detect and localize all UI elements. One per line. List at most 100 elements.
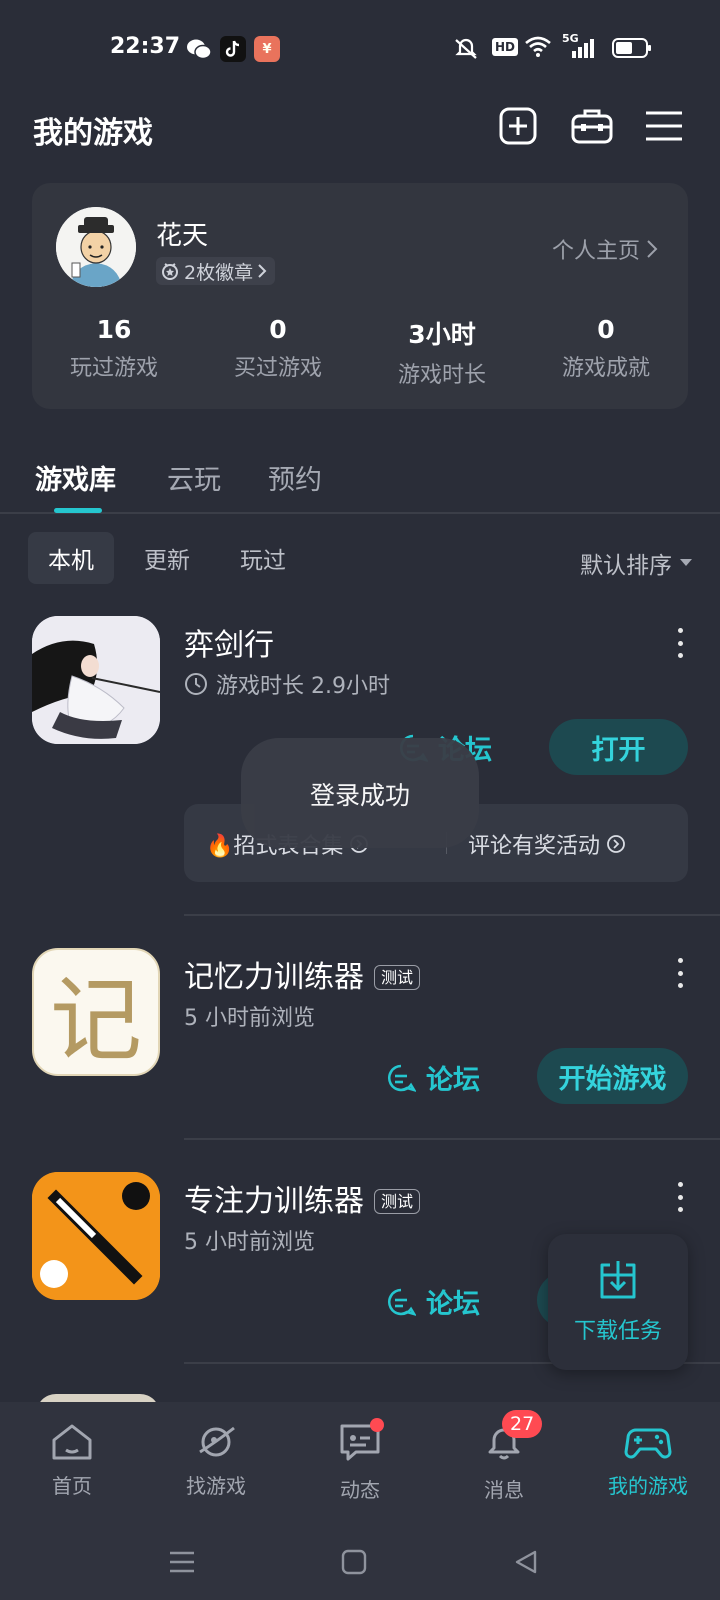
stat-played-games[interactable]: 16 玩过游戏 bbox=[32, 315, 196, 382]
mute-icon bbox=[452, 36, 480, 66]
home-icon bbox=[52, 1424, 92, 1460]
stat-value: 3小时 bbox=[408, 320, 476, 349]
stat-achievements[interactable]: 0 游戏成就 bbox=[524, 315, 688, 382]
game-name-row[interactable]: 记忆力训练器 测试 bbox=[184, 952, 421, 996]
game-last-viewed: 5 小时前浏览 bbox=[184, 1230, 315, 1255]
stat-value: 0 bbox=[597, 315, 615, 344]
activity-label: 评论有奖活动 bbox=[468, 834, 601, 859]
stat-play-time[interactable]: 3小时 游戏时长 bbox=[360, 315, 524, 389]
nav-my-games[interactable]: 我的游戏 bbox=[588, 1422, 708, 1499]
game-name: 专注力训练器 bbox=[184, 1184, 364, 1219]
tiktok-icon bbox=[220, 36, 246, 62]
game-last-viewed: 5 小时前浏览 bbox=[184, 1006, 315, 1031]
circle-arrow-right-icon bbox=[607, 835, 625, 853]
game-name: 记忆力训练器 bbox=[184, 960, 364, 995]
tab-game-library[interactable]: 游戏库 bbox=[35, 458, 116, 497]
wechat-icon bbox=[186, 36, 212, 62]
forum-icon bbox=[388, 1064, 416, 1092]
filter-played[interactable]: 玩过 bbox=[220, 532, 306, 584]
medal-icon bbox=[162, 263, 178, 280]
personal-homepage-label: 个人主页 bbox=[551, 239, 640, 264]
nav-home[interactable]: 首页 bbox=[12, 1422, 132, 1499]
forum-button[interactable]: 论坛 bbox=[386, 1282, 480, 1321]
profile-card: 花天 2枚徽章 个人主页 16 玩过游戏 0 买过游戏 3小时 游戏时长 0 游… bbox=[32, 183, 688, 409]
filter-updates[interactable]: 更新 bbox=[124, 532, 210, 584]
active-tab-indicator bbox=[54, 508, 102, 513]
signal-icon bbox=[572, 38, 596, 62]
username: 花天 bbox=[156, 221, 209, 251]
nav-messages[interactable]: 27 消息 bbox=[444, 1410, 564, 1503]
nav-feed[interactable]: 动态 bbox=[300, 1418, 420, 1503]
sort-dropdown[interactable]: 默认排序 bbox=[580, 546, 692, 580]
nav-find-games[interactable]: 找游戏 bbox=[156, 1422, 276, 1499]
swordsman-art bbox=[32, 616, 160, 744]
system-recents-button[interactable] bbox=[162, 1542, 202, 1582]
home-square-icon bbox=[341, 1549, 367, 1575]
more-options-button[interactable] bbox=[672, 1182, 688, 1212]
unread-dot bbox=[370, 1418, 384, 1432]
toolbox-button[interactable] bbox=[570, 104, 614, 148]
nav-label: 动态 bbox=[340, 1478, 380, 1502]
message-count-badge: 27 bbox=[502, 1410, 543, 1438]
stat-label: 买过游戏 bbox=[233, 356, 322, 381]
recents-icon bbox=[170, 1551, 194, 1573]
login-success-toast: 登录成功 bbox=[241, 738, 479, 848]
plus-square-icon bbox=[499, 107, 537, 145]
avatar[interactable] bbox=[56, 207, 136, 287]
more-options-button[interactable] bbox=[672, 958, 688, 988]
sort-label: 默认排序 bbox=[580, 553, 672, 579]
gamepad-icon bbox=[624, 1428, 672, 1459]
filter-local[interactable]: 本机 bbox=[28, 532, 114, 584]
system-back-button[interactable] bbox=[506, 1542, 546, 1582]
open-game-button[interactable]: 打开 bbox=[549, 719, 688, 775]
hamburger-icon bbox=[646, 111, 682, 141]
system-home-button[interactable] bbox=[334, 1542, 374, 1582]
nav-label: 首页 bbox=[52, 1474, 92, 1498]
add-game-button[interactable] bbox=[496, 104, 540, 148]
stat-bought-games[interactable]: 0 买过游戏 bbox=[196, 315, 360, 382]
clock-icon bbox=[185, 673, 207, 695]
badges-count: 2枚徽章 bbox=[184, 261, 254, 284]
back-triangle-icon bbox=[515, 1550, 537, 1574]
app-notification-icon: ¥ bbox=[254, 36, 280, 62]
badges-chip[interactable]: 2枚徽章 bbox=[156, 257, 276, 285]
download-tray-icon bbox=[600, 1261, 636, 1299]
download-tasks-button[interactable]: 下载任务 bbox=[548, 1234, 688, 1370]
toolbox-icon bbox=[571, 109, 613, 144]
test-badge: 测试 bbox=[374, 1188, 421, 1214]
stat-label: 游戏时长 bbox=[397, 363, 486, 388]
memory-icon-glyph: 记 bbox=[49, 966, 142, 1074]
chevron-right-icon bbox=[258, 264, 267, 278]
caret-down-icon bbox=[680, 559, 692, 566]
game-icon-yijianxing[interactable] bbox=[32, 616, 160, 744]
bottom-navigation: 首页 找游戏 动态 27 消息 我的游戏 bbox=[0, 1402, 720, 1600]
page-title: 我的游戏 bbox=[33, 116, 153, 151]
avatar-image bbox=[56, 207, 136, 287]
more-options-button[interactable] bbox=[672, 628, 688, 658]
stat-label: 玩过游戏 bbox=[69, 356, 158, 381]
hd-indicator: HD bbox=[492, 38, 519, 56]
forum-label: 论坛 bbox=[426, 1065, 480, 1096]
activity-comment-rewards[interactable]: 评论有奖活动 bbox=[468, 828, 626, 860]
menu-button[interactable] bbox=[642, 104, 686, 148]
personal-homepage-link[interactable]: 个人主页 bbox=[552, 233, 658, 265]
focus-trainer-art bbox=[32, 1172, 160, 1300]
nav-label: 我的游戏 bbox=[608, 1474, 688, 1498]
game-name-row[interactable]: 专注力训练器 测试 bbox=[184, 1176, 421, 1220]
planet-icon bbox=[199, 1426, 235, 1457]
start-game-button[interactable]: 开始游戏 bbox=[537, 1048, 688, 1104]
stat-label: 游戏成就 bbox=[561, 356, 650, 381]
game-icon-focus-trainer[interactable] bbox=[32, 1172, 160, 1300]
forum-button[interactable]: 论坛 bbox=[386, 1058, 480, 1097]
game-name[interactable]: 弈剑行 bbox=[184, 620, 274, 664]
tab-cloud-play[interactable]: 云玩 bbox=[167, 458, 221, 497]
forum-label: 论坛 bbox=[426, 1289, 480, 1320]
download-tasks-label: 下载任务 bbox=[573, 1319, 662, 1344]
game-playtime: 游戏时长 2.9小时 bbox=[184, 668, 390, 700]
tab-reservation[interactable]: 预约 bbox=[268, 458, 322, 497]
battery-icon bbox=[612, 37, 652, 63]
game-playtime-text: 游戏时长 2.9小时 bbox=[216, 674, 390, 699]
nav-label: 消息 bbox=[484, 1478, 524, 1502]
forum-icon bbox=[388, 1288, 416, 1316]
game-icon-memory-trainer[interactable]: 记 bbox=[32, 948, 160, 1076]
